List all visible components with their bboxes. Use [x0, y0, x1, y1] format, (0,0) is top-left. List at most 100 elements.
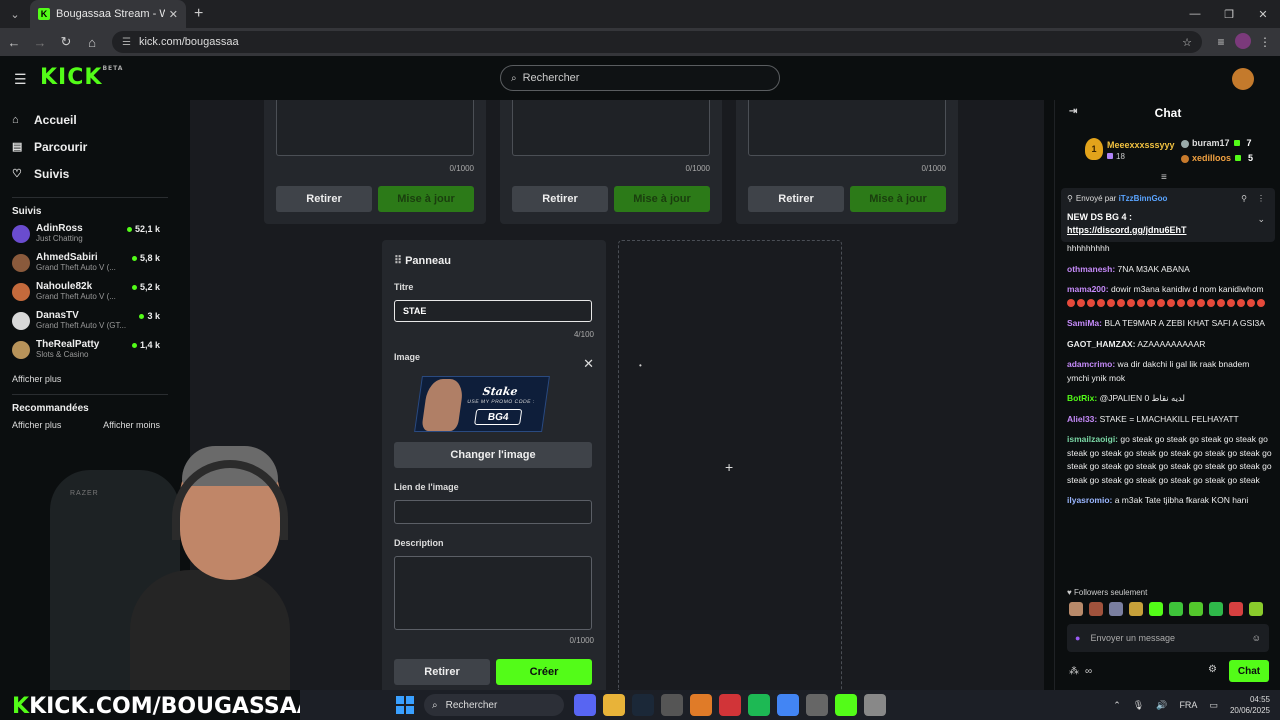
chat-username[interactable]: adamcrimo:	[1067, 359, 1115, 369]
remove-button[interactable]: Retirer	[512, 186, 608, 212]
app-icon[interactable]	[864, 694, 886, 716]
remove-button[interactable]: Retirer	[394, 659, 490, 685]
profile-icon[interactable]	[1232, 32, 1254, 52]
followed-channel[interactable]: DanasTV Grand Theft Auto V (GT... 3 k	[0, 310, 180, 339]
spotify-app-icon[interactable]	[748, 694, 770, 716]
back-icon[interactable]: ←	[2, 30, 26, 54]
emote-icon[interactable]	[1249, 602, 1263, 616]
mic-tray-icon[interactable]: 🎙	[1133, 700, 1144, 711]
microphone-icon[interactable]: ●	[1075, 633, 1080, 643]
emote-icon[interactable]	[1089, 602, 1103, 616]
chrome-app-icon[interactable]	[777, 694, 799, 716]
chat-username[interactable]: SamiMa:	[1067, 318, 1102, 328]
add-panel-dropzone[interactable]: • +	[618, 240, 842, 690]
show-more-followed[interactable]: Afficher plus	[0, 374, 180, 384]
discord-app-icon[interactable]	[574, 694, 596, 716]
tab-search-icon[interactable]: ⌄	[4, 4, 26, 24]
emote-icon[interactable]	[1109, 602, 1123, 616]
reading-list-icon[interactable]: ≡	[1210, 35, 1232, 49]
points-icon[interactable]: ⁂	[1069, 666, 1079, 677]
drag-handle-icon[interactable]: ⠿	[394, 255, 402, 267]
add-panel-icon[interactable]: +	[725, 459, 733, 475]
update-button[interactable]: Mise à jour	[378, 186, 474, 212]
followed-channel[interactable]: AdinRoss Just Chatting 52,1 k	[0, 223, 180, 252]
top-gifter-name[interactable]: Meeexxxsssyyy	[1107, 140, 1175, 150]
search-box[interactable]: ⌕ Rechercher	[500, 65, 780, 91]
chat-username[interactable]: othmanesh:	[1067, 264, 1115, 274]
steam-app-icon[interactable]	[632, 694, 654, 716]
change-image-button[interactable]: Changer l'image	[394, 442, 592, 468]
emote-icon[interactable]	[1209, 602, 1223, 616]
minimize-icon[interactable]: —	[1178, 0, 1212, 28]
kick-logo[interactable]: KICKBETA	[40, 65, 123, 90]
pinned-link[interactable]: https://discord.gg/jdnu6EhT	[1067, 225, 1187, 235]
windows-start-icon[interactable]	[396, 696, 414, 714]
followed-channel[interactable]: Nahoule82k Grand Theft Auto V (... 5,2 k	[0, 281, 180, 310]
second-gifter[interactable]: buram17 7	[1181, 138, 1252, 148]
taskbar-search[interactable]: ⌕ Rechercher	[424, 694, 564, 716]
description-textarea[interactable]	[394, 556, 592, 630]
emote-icon[interactable]	[1149, 602, 1163, 616]
pinned-sender-name[interactable]: iTzzBinnGoo	[1119, 194, 1168, 203]
reload-icon[interactable]: ↻	[54, 30, 78, 54]
language-indicator[interactable]: FRA	[1179, 700, 1197, 710]
update-button[interactable]: Mise à jour	[614, 186, 710, 212]
new-tab-icon[interactable]: +	[194, 5, 203, 23]
chat-message-input[interactable]: ● Envoyer un message ☺	[1067, 624, 1269, 652]
nav-home[interactable]: ⌂ Accueil	[0, 106, 180, 133]
file-explorer-icon[interactable]	[603, 694, 625, 716]
update-button[interactable]: Mise à jour	[850, 186, 946, 212]
chat-settings-icon[interactable]: ⚙	[1208, 664, 1217, 675]
title-input[interactable]: STAE	[394, 300, 592, 322]
chevron-down-icon[interactable]: ⌄	[1257, 214, 1265, 225]
emoji-picker-icon[interactable]: ☺	[1252, 633, 1261, 643]
browser-menu-icon[interactable]: ⋮	[1254, 35, 1276, 49]
app-icon[interactable]	[690, 694, 712, 716]
emote-icon[interactable]	[1129, 602, 1143, 616]
followed-channel[interactable]: AhmedSabiri Grand Theft Auto V (... 5,8 k	[0, 252, 180, 281]
taskbar-clock[interactable]: 04:55 20/06/2025	[1230, 694, 1270, 716]
panel-description-field[interactable]	[512, 100, 710, 156]
browser-tab[interactable]: K Bougassaa Stream - Watch Live ✕	[30, 0, 186, 28]
nav-browse[interactable]: ▤ Parcourir	[0, 133, 180, 160]
app-icon[interactable]	[719, 694, 741, 716]
remove-button[interactable]: Retirer	[276, 186, 372, 212]
image-link-input[interactable]	[394, 500, 592, 524]
show-more-recommended[interactable]: Afficher plus	[12, 420, 61, 430]
user-avatar[interactable]	[1232, 68, 1254, 90]
unpin-icon[interactable]: ⚲	[1241, 194, 1247, 203]
chat-username[interactable]: mama200:	[1067, 284, 1109, 294]
close-tab-icon[interactable]: ✕	[169, 8, 178, 21]
restore-icon[interactable]: ❐	[1212, 0, 1246, 28]
emote-icon[interactable]	[1229, 602, 1243, 616]
followed-channel[interactable]: TheRealPatty Slots & Casino 1,4 k	[0, 339, 180, 368]
nav-following[interactable]: ♡ Suivis	[0, 160, 180, 187]
chat-username[interactable]: ismailzaoigi:	[1067, 434, 1118, 444]
tray-expand-icon[interactable]: ⌃	[1113, 700, 1121, 711]
chat-username[interactable]: GAOT_HAMZAX:	[1067, 339, 1135, 349]
network-icon[interactable]: ▭	[1209, 700, 1218, 711]
chat-username[interactable]: ilyasromio:	[1067, 495, 1112, 505]
app-icon[interactable]	[806, 694, 828, 716]
emote-icon[interactable]	[1169, 602, 1183, 616]
volume-icon[interactable]: 🔊	[1156, 700, 1167, 711]
show-less-recommended[interactable]: Afficher moins	[103, 420, 160, 430]
chat-username[interactable]: BotRix:	[1067, 393, 1097, 403]
panel-description-field[interactable]	[748, 100, 946, 156]
bookmark-star-icon[interactable]: ☆	[1182, 36, 1192, 49]
menu-icon[interactable]: ☰	[14, 71, 27, 88]
send-chat-button[interactable]: Chat	[1229, 660, 1269, 682]
panel-description-field[interactable]	[276, 100, 474, 156]
emote-icon[interactable]	[1069, 602, 1083, 616]
expand-pinned-icon[interactable]: ≡	[1161, 172, 1167, 183]
collapse-chat-icon[interactable]: ⇥	[1069, 106, 1077, 117]
remove-button[interactable]: Retirer	[748, 186, 844, 212]
app-icon[interactable]	[661, 694, 683, 716]
create-button[interactable]: Créer	[496, 659, 592, 685]
emote-icon[interactable]	[1189, 602, 1203, 616]
more-options-icon[interactable]: ⋮	[1257, 194, 1265, 203]
app-icon[interactable]	[835, 694, 857, 716]
home-browser-icon[interactable]: ⌂	[80, 30, 104, 54]
third-gifter[interactable]: xedilloos 5	[1181, 153, 1253, 163]
forward-icon[interactable]: →	[28, 30, 52, 54]
